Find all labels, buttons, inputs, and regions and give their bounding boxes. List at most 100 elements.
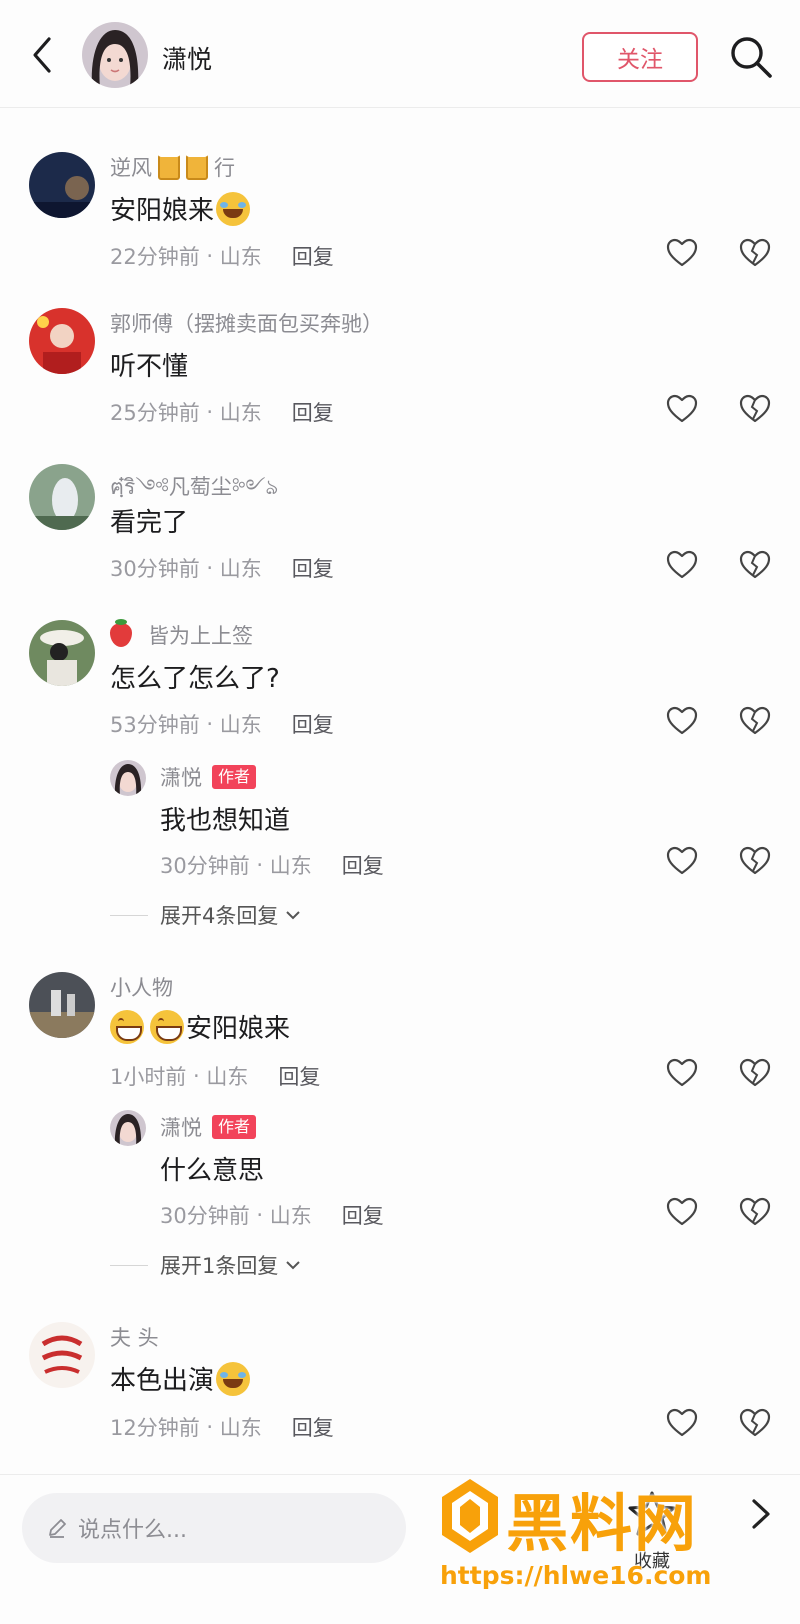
reply-button[interactable]: 回复 [278, 1061, 320, 1091]
comment-input-placeholder: 说点什么... [78, 1518, 187, 1543]
dislike-button[interactable] [738, 236, 772, 270]
star-icon [628, 1491, 676, 1536]
collect-button[interactable] [622, 1489, 682, 1539]
reply-username: 潇悦 作者 [160, 762, 257, 792]
dislike-button[interactable] [738, 548, 772, 582]
avatar[interactable] [29, 464, 95, 530]
broken-heart-icon [739, 394, 771, 423]
reply-button[interactable]: 回复 [292, 553, 334, 583]
comment-username: 郭师傅（摆摊卖面包买奔驰） [110, 312, 383, 336]
comment-text: 安阳娘来 [110, 190, 251, 227]
comment-meta: 53分钟前 · 山东 回复 [110, 709, 334, 739]
search-icon [731, 37, 772, 78]
dislike-button[interactable] [738, 844, 772, 878]
expand-replies-button[interactable]: 展开4条回复 [110, 900, 302, 930]
divider [110, 1264, 148, 1266]
broken-heart-icon [739, 1197, 771, 1226]
avatar[interactable] [29, 308, 95, 374]
avatar[interactable] [29, 620, 95, 686]
comment-meta: 1小时前 · 山东 回复 [110, 1061, 320, 1091]
strawberry-icon [110, 619, 132, 647]
reply-button[interactable]: 回复 [342, 850, 384, 880]
heart-icon [666, 394, 698, 423]
avatar[interactable] [29, 152, 95, 218]
comment-username: 小人物 [110, 976, 173, 1000]
broken-heart-icon [739, 238, 771, 267]
search-button[interactable] [728, 34, 774, 80]
broken-heart-icon [739, 846, 771, 875]
like-button[interactable] [665, 392, 699, 426]
reply-button[interactable]: 回复 [292, 1412, 334, 1442]
reply-meta: 30分钟前 · 山东 回复 [160, 1200, 384, 1230]
reply-button[interactable]: 回复 [342, 1200, 384, 1230]
dislike-button[interactable] [738, 704, 772, 738]
heart-icon [666, 550, 698, 579]
collect-label: 收藏 [634, 1551, 670, 1572]
comment-username: 逆风 行 [110, 150, 235, 180]
heart-icon [666, 238, 698, 267]
share-icon [448, 1493, 496, 1531]
author-avatar[interactable] [82, 22, 148, 88]
dislike-button[interactable] [738, 1406, 772, 1440]
like-button[interactable] [665, 1195, 699, 1229]
comment-meta: 30分钟前 · 山东 回复 [110, 553, 334, 583]
chevron-down-icon [286, 911, 301, 920]
beer-icon [186, 150, 208, 180]
divider [110, 914, 148, 916]
comment-text: 怎么了怎么了? [110, 664, 280, 694]
reply-meta: 30分钟前 · 山东 回复 [160, 850, 384, 880]
back-button[interactable] [22, 30, 62, 80]
reply-button[interactable]: 回复 [292, 397, 334, 427]
comment-input[interactable]: 说点什么... [22, 1493, 406, 1563]
heart-icon [666, 846, 698, 875]
follow-button[interactable]: 关注 [582, 32, 698, 82]
dislike-button[interactable] [738, 1195, 772, 1229]
expand-label: 展开4条回复 [160, 904, 279, 928]
reply-text: 我也想知道 [160, 806, 291, 836]
heart-icon [666, 706, 698, 735]
broken-heart-icon [739, 706, 771, 735]
grin-emoji-icon [150, 1009, 184, 1044]
chevron-right-icon [752, 1499, 770, 1529]
comment-meta: 25分钟前 · 山东 回复 [110, 397, 334, 427]
beer-icon [158, 150, 180, 180]
share-button[interactable] [440, 1489, 500, 1539]
like-button[interactable] [665, 236, 699, 270]
reply-username: 潇悦 作者 [160, 1112, 257, 1142]
like-button[interactable] [665, 844, 699, 878]
laugh-cry-emoji-icon [216, 191, 251, 226]
reply-button[interactable]: 回复 [292, 709, 334, 739]
forward-button[interactable] [740, 1489, 780, 1539]
expand-label: 展开1条回复 [160, 1254, 279, 1278]
heart-icon [666, 1408, 698, 1437]
like-button[interactable] [665, 704, 699, 738]
dislike-button[interactable] [738, 1056, 772, 1090]
comment-text: 看完了 [110, 508, 189, 538]
reply-avatar[interactable] [110, 1110, 146, 1146]
grin-emoji-icon [110, 1009, 144, 1044]
comment-meta: 22分钟前 · 山东 回复 [110, 241, 334, 271]
chevron-left-icon [33, 37, 51, 73]
comment-text: 听不懂 [110, 352, 189, 382]
reply-avatar[interactable] [110, 760, 146, 796]
reply-button[interactable]: 回复 [292, 241, 334, 271]
like-button[interactable] [665, 1406, 699, 1440]
pencil-icon [49, 1519, 66, 1538]
bottom-bar: 说点什么... 收藏 黑料网 https://hlwe16.com [0, 1474, 800, 1624]
heart-icon [666, 1058, 698, 1087]
comment-meta: 12分钟前 · 山东 回复 [110, 1412, 334, 1442]
avatar[interactable] [29, 1322, 95, 1388]
comment-text: 安阳娘来 [110, 1008, 290, 1045]
reply-text: 什么意思 [160, 1156, 265, 1186]
broken-heart-icon [739, 1408, 771, 1437]
avatar[interactable] [29, 972, 95, 1038]
chevron-down-icon [286, 1261, 301, 1270]
heart-icon [666, 1197, 698, 1226]
like-button[interactable] [665, 1056, 699, 1090]
dislike-button[interactable] [738, 392, 772, 426]
top-bar: 潇悦 关注 [0, 0, 800, 108]
laugh-cry-emoji-icon [216, 1361, 251, 1396]
broken-heart-icon [739, 550, 771, 579]
like-button[interactable] [665, 548, 699, 582]
expand-replies-button[interactable]: 展开1条回复 [110, 1250, 302, 1280]
